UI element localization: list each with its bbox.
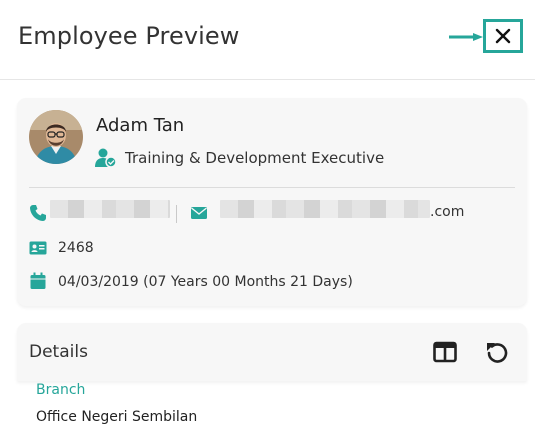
phone-icon bbox=[30, 205, 46, 221]
employee-position: Training & Development Executive bbox=[125, 149, 385, 167]
phone-number-redacted bbox=[50, 200, 170, 218]
page-title: Employee Preview bbox=[18, 22, 240, 50]
arrow-right-icon bbox=[449, 33, 483, 41]
field-value-branch: Office Negeri Sembilan bbox=[36, 409, 198, 425]
columns-icon[interactable] bbox=[432, 339, 458, 365]
employee-name: Adam Tan bbox=[96, 115, 185, 136]
separator bbox=[176, 205, 177, 223]
join-date: 04/03/2019 (07 Years 00 Months 21 Days) bbox=[58, 274, 353, 290]
user-tie-icon bbox=[95, 148, 117, 168]
close-icon bbox=[495, 28, 511, 44]
details-header: Details bbox=[17, 323, 527, 381]
email-suffix: .com bbox=[430, 204, 465, 220]
preview-header: Employee Preview bbox=[0, 0, 535, 80]
calendar-icon bbox=[30, 272, 46, 289]
email-icon bbox=[191, 207, 207, 219]
refresh-icon[interactable] bbox=[484, 339, 510, 365]
employee-card: Adam Tan Training & Development Executiv… bbox=[17, 98, 527, 306]
field-label-branch: Branch bbox=[36, 382, 86, 398]
details-title: Details bbox=[29, 342, 88, 362]
avatar bbox=[29, 110, 83, 164]
divider bbox=[29, 187, 515, 188]
close-button[interactable] bbox=[483, 19, 523, 53]
employee-id: 2468 bbox=[58, 240, 94, 256]
email-redacted bbox=[220, 200, 430, 218]
id-card-icon bbox=[29, 241, 47, 255]
